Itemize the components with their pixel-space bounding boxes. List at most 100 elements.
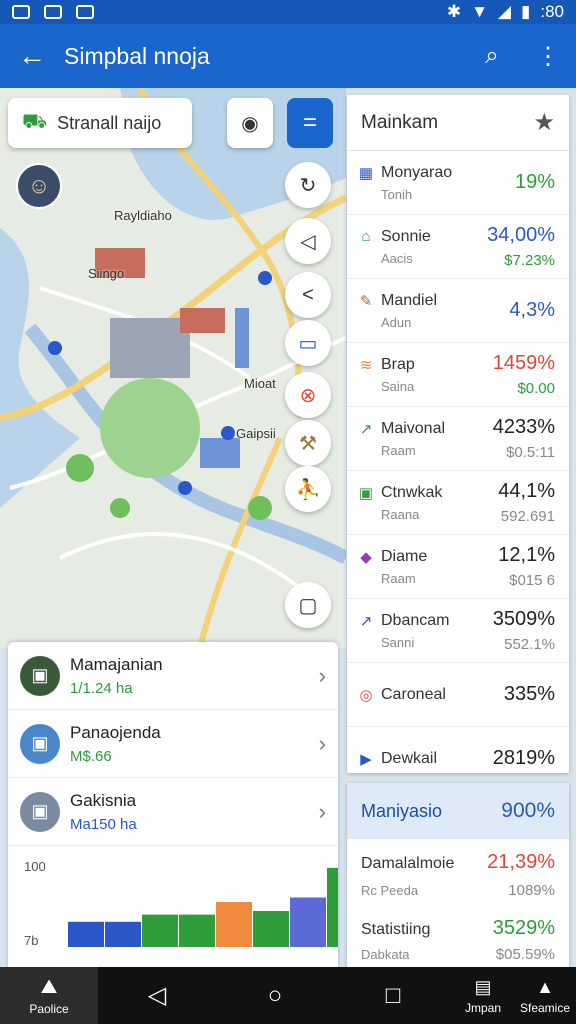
summary-header[interactable]: Maniyasio 900% (347, 783, 569, 839)
stat-row[interactable]: ▣ Ctnwkak Raana 44,1% 592.691 (347, 471, 569, 535)
locate-button[interactable]: ◉ (227, 98, 273, 148)
person-icon: ⛹ (295, 478, 321, 501)
map-label: Rayldiaho (114, 208, 172, 223)
target-button[interactable]: ⊗ (285, 372, 331, 418)
stat-row[interactable]: ≋ Brap Saina 1459% $0.00 (347, 343, 569, 407)
stat-value: 12,1% (498, 544, 555, 566)
summary-row: Dabkata $05.59% (347, 946, 569, 963)
stat-name: Dbancam (381, 611, 450, 629)
nav-jmpan-button[interactable]: ▤ Jmpan (452, 977, 514, 1015)
stat-row[interactable]: ▶ Dewkail 2819% (347, 727, 569, 791)
stat-name-line: ▦ Monyarao (357, 164, 515, 182)
nav-sfeamice-button[interactable]: ▲ Sfeamice (514, 977, 576, 1015)
stat-row[interactable]: ◎ Caroneal 335% (347, 663, 569, 727)
pencil-icon: ✎ (359, 292, 373, 310)
stat-values: 12,1% $015 6 (498, 544, 555, 589)
stat-row[interactable]: ▦ Monyarao Tonih 19% (347, 151, 569, 215)
hammer-icon: ⚒ (299, 432, 317, 455)
stat-name: Monyarao (381, 163, 453, 181)
location-chip[interactable]: ⛟ Stranall naijo (8, 98, 192, 148)
tool-button[interactable]: ⚒ (285, 420, 331, 466)
loop-button[interactable]: ↻ (285, 162, 331, 208)
stat-sub: Tonih (381, 186, 413, 202)
list-item[interactable]: ▣ Mamajanian 1/1.24 ha › (8, 642, 338, 710)
list-item-sub: 1/1.24 ha (70, 679, 133, 697)
layers-button[interactable]: = (287, 98, 333, 148)
star-icon[interactable]: ★ (533, 108, 555, 137)
stat-name-line: ↗ Maivonal (357, 420, 493, 438)
chat-button[interactable]: ▭ (285, 320, 331, 366)
stat-value: 335% (503, 683, 555, 705)
stats-panel: Mainkam ★ ▦ Monyarao Tonih 19% ⌂ Sonnie Aacis 3… (347, 95, 569, 791)
thumbnail: ▣ (20, 791, 60, 832)
summary-card: Maniyasio 900% Damalalmoie 21,39% Rc Pee… (347, 783, 569, 967)
list-item-title: Gakisnia (70, 790, 137, 810)
search-icon[interactable]: ⌕ (464, 42, 520, 70)
list-item-text: Gakisnia Ma150 ha (70, 791, 319, 833)
stat-row[interactable]: ⌂ Sonnie Aacis 34,00% $7.23% (347, 215, 569, 279)
nav-home-button[interactable]: ⛰ Paolice (0, 967, 98, 1024)
navigation-bar: ⛰ Paolice ◁ ○ □ ▤ Jmpan ▲ Sfeamice (0, 967, 576, 1024)
chevron-right-icon: › (318, 730, 326, 756)
summary-row: Rc Peeda 1089% (347, 882, 569, 899)
message-button[interactable]: ▢ (285, 582, 331, 628)
chat-icon: ▭ (298, 332, 318, 355)
link-icon (44, 5, 62, 19)
stat-subvalue: 552.1% (504, 636, 555, 653)
stat-values: 3509% 552.1% (493, 608, 555, 653)
stat-value: 3509% (492, 608, 555, 630)
stat-row[interactable]: ◆ Diame Raam 12,1% $015 6 (347, 535, 569, 599)
stat-name: Ctnwkak (381, 483, 443, 501)
stat-values: 4233% $0.5:11 (493, 416, 555, 461)
chart-bar (68, 921, 104, 947)
battery-icon: ▮ (521, 2, 531, 21)
chart-bar (216, 902, 252, 947)
stat-row[interactable]: ✎ Mandiel Adun 4,3% (347, 279, 569, 343)
stat-row[interactable]: ↗ Maivonal Raam 4233% $0.5:11 (347, 407, 569, 471)
stat-values: 34,00% $7.23% (487, 224, 555, 269)
page-title: Simpbal nnoja (64, 42, 210, 69)
chart-bar (142, 914, 178, 947)
crosshair-icon: ⊗ (299, 384, 317, 407)
circle-icon: ◎ (359, 686, 373, 704)
recents-nav-icon[interactable]: □ (334, 982, 452, 1010)
stat-values: 44,1% 592.691 (498, 480, 555, 525)
nav-sfeamice-label: Sfeamice (519, 1000, 571, 1015)
stat-name-line: ✎ Mandiel (357, 292, 509, 310)
summary-row: Statistiing 3529% (347, 917, 569, 940)
back-nav-icon[interactable]: ◁ (98, 981, 216, 1010)
menu-icon: = (302, 109, 317, 136)
stat-name: Diame (381, 547, 428, 565)
summary-value: 21,39% (487, 851, 555, 873)
avatar[interactable]: ☺ (16, 163, 62, 209)
stat-value: 4233% (492, 416, 555, 438)
note-icon (76, 5, 94, 19)
app-bar: ← Simpbal nnoja ⌕ ⋮ (0, 24, 576, 88)
list-item[interactable]: ▣ Panaojenda M$.66 › (8, 710, 338, 778)
stat-labels: ▶ Dewkail (357, 750, 493, 768)
list-item-sub: M$.66 (70, 747, 112, 765)
stat-name-line: ◎ Caroneal (357, 686, 504, 704)
route-icon: ⛟ (22, 110, 48, 133)
run-button[interactable]: ⛹ (285, 466, 331, 512)
stat-labels: ⌂ Sonnie Aacis (357, 228, 487, 266)
stat-row[interactable]: ↗ Dbancam Sanni 3509% 552.1% (347, 599, 569, 663)
play-icon: ▶ (360, 750, 372, 768)
stat-name-line: ▶ Dewkail (357, 750, 493, 768)
thumbnail: ▣ (20, 655, 60, 696)
list-item-title: Mamajanian (70, 654, 163, 674)
stat-labels: ↗ Maivonal Raam (357, 420, 493, 458)
back-icon[interactable]: ← (0, 40, 64, 72)
stat-name: Caroneal (381, 685, 446, 703)
stat-values: 2819% (493, 747, 555, 770)
summary-title: Maniyasio (361, 800, 443, 821)
more-icon[interactable]: ⋮ (520, 42, 576, 71)
status-bar: ✱ ▼ ◢ ▮ :80 (0, 0, 576, 24)
announce-button[interactable]: ◁ (285, 218, 331, 264)
arrow-icon: ↗ (359, 612, 373, 630)
share-button[interactable]: < (285, 272, 331, 318)
inbox-icon: ▤ (474, 976, 492, 997)
target-icon: ◉ (241, 112, 259, 135)
stat-value: 44,1% (498, 480, 555, 502)
home-nav-icon[interactable]: ○ (216, 982, 334, 1010)
